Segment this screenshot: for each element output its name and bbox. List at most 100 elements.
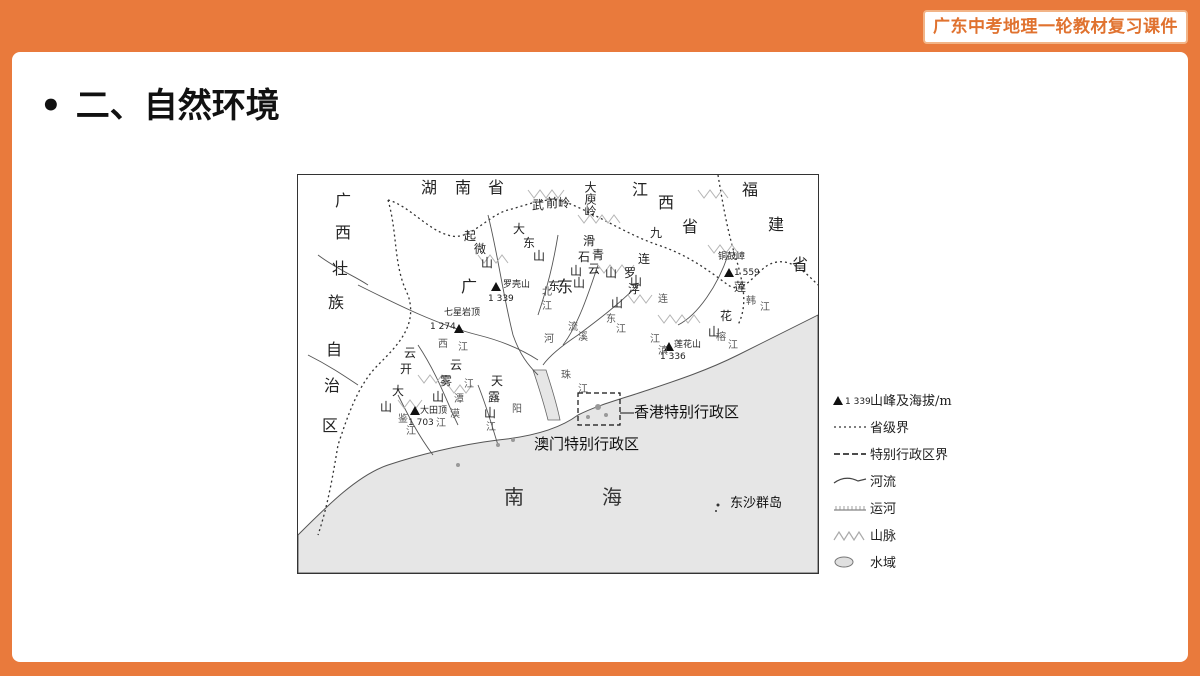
tianlu-3: 山 — [484, 406, 497, 420]
legend-text-province: 省级界 — [870, 421, 910, 436]
river-label-5: 东 — [606, 314, 616, 325]
river-label-3: 西 — [438, 339, 448, 350]
fujian-label-3: 省 — [792, 255, 809, 274]
dadong-2: 东 — [523, 236, 536, 250]
province-boundary-east — [717, 175, 745, 326]
river-label-6: 江 — [616, 324, 626, 335]
peak-triangle-icon: 1 339 — [832, 391, 870, 409]
river-label-20: 漠 — [450, 409, 460, 420]
lianhua-2: 花 — [720, 309, 733, 323]
top-bar: 广东中考地理一轮教材复习课件 — [0, 0, 1200, 52]
pearl-estuary — [532, 369, 561, 421]
luofu-3: 山 — [611, 296, 624, 310]
hongkong-sar-label: 香港特别行政区 — [634, 403, 740, 421]
yunwu-3: 山 — [432, 390, 445, 404]
peak-name-qixingyan: 七星岩顶 — [444, 308, 481, 318]
section-title: • 二、自然环境 — [40, 78, 280, 127]
legend-row-water: 水域 — [832, 548, 992, 575]
guangxi-label-3: 壮 — [332, 259, 349, 278]
peak-elev-datian: 1 703 — [408, 418, 434, 428]
water-icon — [832, 553, 870, 571]
tianlu-1: 天 — [491, 374, 504, 388]
river-label-22: 江 — [486, 422, 496, 433]
legend-text-sar: 特别行政区界 — [870, 448, 949, 463]
dongsha-island-1 — [716, 503, 720, 507]
hunan-label-2: 南 — [455, 178, 472, 197]
map-base-layer — [298, 175, 818, 573]
legend-row-peak: 1 339 山峰及海拔/m — [832, 386, 992, 413]
river-label-4: 江 — [458, 342, 468, 353]
peak-elev-qixingyan: 1 274 — [430, 322, 456, 332]
legend-peak-elevation: 1 339 — [845, 397, 870, 407]
jiulian-1: 九 — [650, 226, 663, 240]
sea-label-2: 海 — [602, 485, 622, 509]
tianlu-2: 露 — [488, 390, 501, 404]
yunwu-2: 雾 — [440, 374, 453, 388]
mountain-icon — [832, 526, 870, 544]
legend-row-canal: 运河 — [832, 494, 992, 521]
river-label-24: 江 — [464, 379, 474, 390]
peak-elev-luokeshan: 1 339 — [488, 294, 514, 304]
wu-label: 武 — [532, 198, 545, 212]
river-label-15: 河 — [544, 334, 554, 345]
river-label-21: 阳 — [512, 404, 522, 415]
yunkai-4: 山 — [380, 400, 393, 414]
river-label-17: 江 — [650, 334, 660, 345]
yunkai-1: 云 — [404, 346, 417, 360]
guangxi-label-5: 自 — [326, 340, 343, 359]
guangxi-label-4: 族 — [328, 293, 345, 312]
fujian-label-1: 福 — [742, 180, 759, 199]
canal-line-icon — [832, 499, 870, 517]
legend-text-water: 水域 — [870, 556, 897, 571]
river-label-11: 榕 — [716, 332, 726, 343]
river-label-2: 江 — [542, 301, 552, 312]
river-label-7: 珠 — [561, 370, 571, 381]
jiangxi-label-2: 西 — [658, 193, 675, 212]
legend-text-peak: 山峰及海拔/m — [870, 394, 952, 409]
sea-label-1: 南 — [504, 485, 524, 509]
guangxi-label-2: 西 — [335, 223, 352, 242]
peak-name-lianhua: 莲花山 — [674, 340, 702, 350]
legend-row-mountain: 山脉 — [832, 521, 992, 548]
yunshan-4: 山 — [605, 266, 618, 280]
legend-row-river: 河流 — [832, 467, 992, 494]
luofu-1: 罗 — [624, 266, 637, 280]
yunshan-1: 滑 — [583, 234, 596, 248]
peak-name-datian: 大田顶 — [420, 406, 448, 416]
guangdong-label-1: 广 — [461, 277, 478, 296]
legend-text-river: 河流 — [870, 475, 897, 490]
qiwei-2: 微 — [474, 242, 487, 256]
bullet-icon: • — [40, 86, 62, 126]
dadong-3: 山 — [533, 249, 546, 263]
dadong-1: 大 — [513, 222, 526, 236]
section-title-text: 二、自然环境 — [75, 86, 280, 126]
river-label-1: 北 — [542, 287, 552, 298]
river-label-25: 鉴 — [398, 414, 408, 425]
river-label-8: 江 — [578, 384, 588, 395]
lianhua-1: 莲 — [734, 280, 747, 294]
peak-elev-tonggu: 1 559 — [734, 268, 760, 278]
map-legend: 1 339 山峰及海拔/m 省级界 特别行政区界 河流 运河 山脉 水域 — [832, 386, 992, 575]
river-label-23: 潭 — [454, 394, 464, 405]
yunkai-2: 开 — [400, 362, 413, 376]
guangdong-map: 湖 南 省 江 西 省 福 建 省 广 西 壮 族 自 治 区 前岭 武 大庾岭… — [297, 174, 819, 574]
guangxi-label-1: 广 — [335, 191, 352, 210]
river-label-14: 溪 — [578, 332, 588, 343]
guangxi-label-7: 区 — [322, 416, 339, 435]
dotted-line-icon — [832, 418, 870, 436]
dash-line-icon — [832, 445, 870, 463]
peak-name-luokeshan: 罗壳山 — [503, 280, 531, 290]
macao-sar-label: 澳门特别行政区 — [534, 435, 640, 453]
shiqing-2: 青 — [592, 248, 605, 262]
hunan-label-3: 省 — [488, 178, 505, 197]
dongsha-island-2 — [715, 510, 717, 512]
dongsha-islands-label: 东沙群岛 — [730, 496, 783, 511]
guangxi-label-6: 治 — [324, 376, 341, 395]
luofu-2: 浮 — [628, 282, 641, 296]
qiwei-1: 起 — [464, 229, 477, 243]
legend-text-canal: 运河 — [870, 502, 897, 517]
river-label-9: 韩 — [746, 296, 756, 307]
dongshan-2: 山 — [573, 276, 586, 290]
river-label-12: 江 — [728, 340, 738, 351]
yunshan-3: 云 — [588, 262, 601, 276]
